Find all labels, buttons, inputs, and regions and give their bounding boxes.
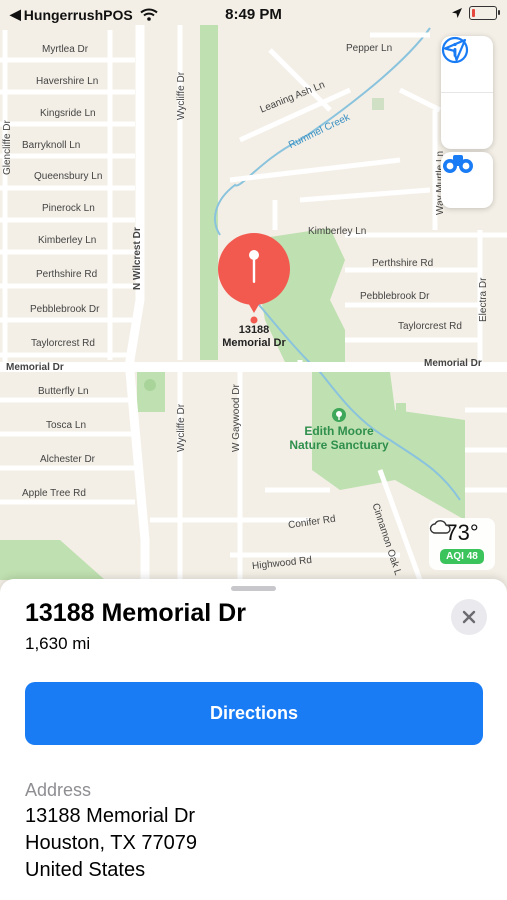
address-line-1[interactable]: 13188 Memorial Dr [25,805,195,828]
pin-label-line1: 13188 [238,324,270,336]
street-label: Electra Dr [478,277,489,322]
street-label: Kingsride Ln [40,108,96,119]
address-line-3[interactable]: United States [25,859,145,882]
status-right [451,6,500,20]
map-view[interactable]: Myrtlea Dr Havershire Ln Kingsride Ln Ba… [0,0,507,600]
street-label: Alchester Dr [40,454,96,465]
street-label: Perthshire Rd [372,258,434,269]
current-location-button[interactable] [441,38,493,149]
street-label: Pebblebrook Dr [360,291,430,302]
street-label: Taylorcrest Rd [398,321,462,332]
directions-button[interactable]: Directions [25,682,483,745]
address-line-2[interactable]: Houston, TX 77079 [25,832,197,855]
street-label: Barryknoll Ln [22,140,81,151]
battery-icon [469,6,500,20]
cloud-icon [429,520,451,534]
aqi-badge: AQI 48 [440,549,484,564]
street-label: Myrtlea Dr [42,44,89,55]
street-label: Pinerock Ln [42,203,95,214]
location-services-icon [452,8,462,18]
weather-widget[interactable]: 73° AQI 48 [429,518,495,570]
place-title: 13188 Memorial Dr [25,599,246,627]
pin-label-line2: Memorial Dr [222,337,286,349]
pin-label: 13188 Memorial Dr [205,324,303,350]
map-pin-icon [218,233,290,324]
street-label: Pepper Ln [346,43,393,54]
street-label: Pebblebrook Dr [30,304,100,315]
street-label: Kimberley Ln [38,235,97,246]
location-arrow-icon [443,38,467,62]
street-label: N Wilcrest Dr [132,227,143,290]
street-label: Butterfly Ln [38,386,89,397]
street-label: Memorial Dr [6,362,64,373]
street-label: Kimberley Ln [308,226,367,237]
street-label: Wycliffe Dr [176,403,187,452]
street-label: Queensbury Ln [34,171,103,182]
map-controls [441,36,493,149]
poi-name-line1: Edith Moore [304,424,374,438]
address-heading: Address [25,780,92,800]
street-label: Memorial Dr [424,358,482,369]
sheet-grabber[interactable] [231,586,276,591]
street-label: Perthshire Rd [36,269,98,280]
street-label: Wycliffe Dr [176,71,187,120]
poi-label[interactable]: Edith Moore Nature Sanctuary [284,424,394,452]
street-label: Taylorcrest Rd [31,338,95,349]
status-time: 8:49 PM [225,6,282,23]
poi-name-line2: Nature Sanctuary [289,438,389,452]
street-label: Glencliffe Dr [2,120,13,175]
place-distance: 1,630 mi [25,634,91,653]
binoculars-icon [443,155,473,173]
park-icon[interactable] [332,408,346,422]
close-button[interactable] [451,599,487,635]
street-label: Apple Tree Rd [22,488,86,499]
street-label: W Gaywood Dr [231,384,242,452]
status-bar: ◀ HungerrushPOS 8:49 PM [0,0,507,28]
close-icon [462,610,476,624]
place-card: 13188 Memorial Dr 1,630 mi Directions Ad… [0,579,507,900]
look-around-button[interactable] [441,152,493,208]
street-label: Tosca Ln [46,420,87,431]
street-label: Havershire Ln [36,76,99,87]
